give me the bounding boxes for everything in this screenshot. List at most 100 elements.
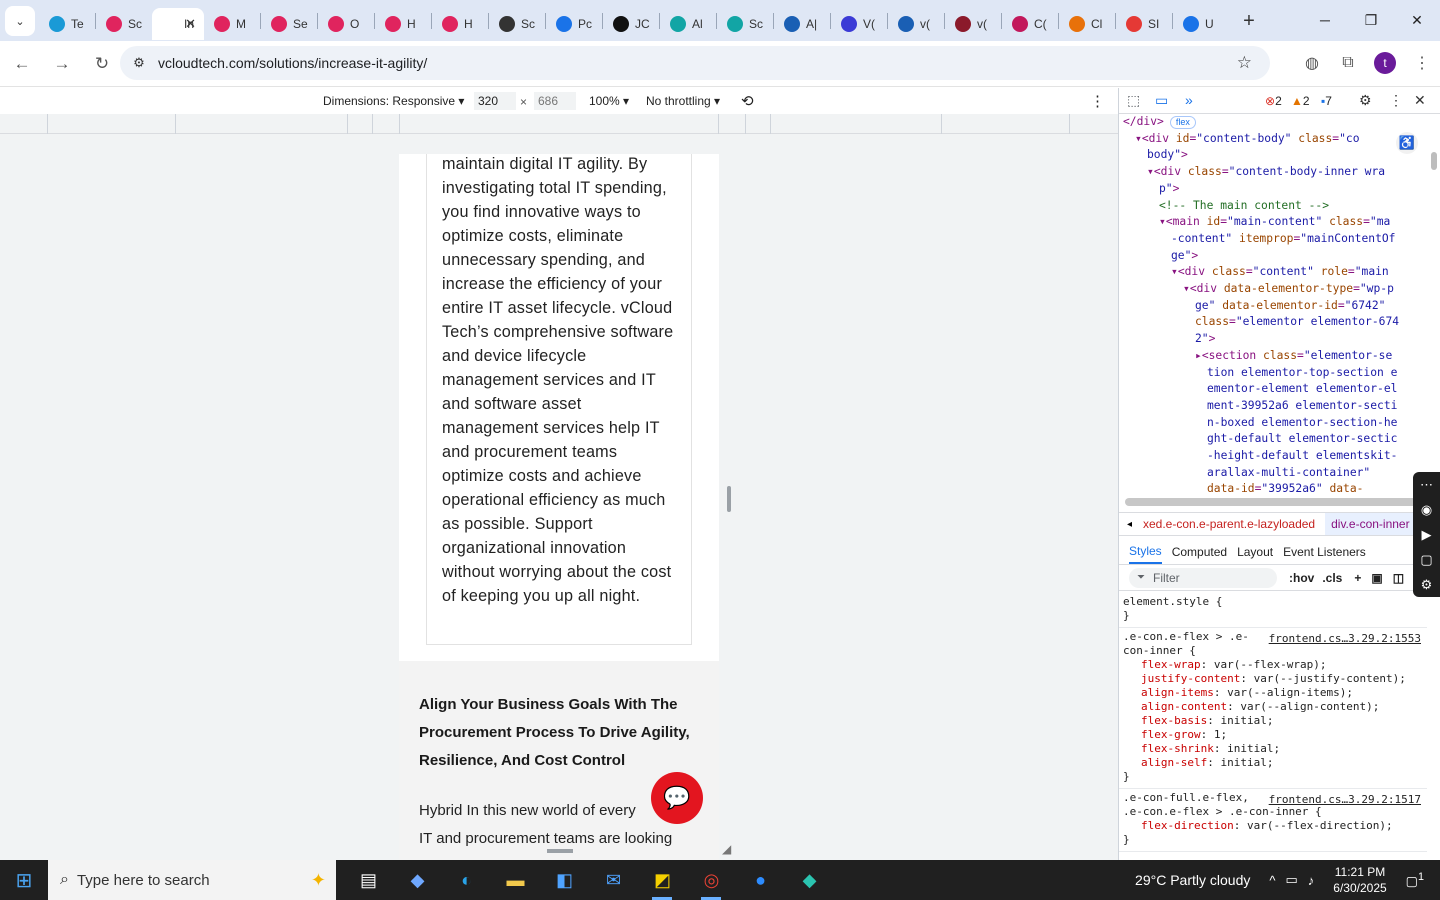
translate-icon[interactable]: ◍: [1294, 53, 1330, 73]
task-view-icon[interactable]: ▤: [344, 860, 393, 900]
dom-node-line[interactable]: ▾<div data-elementor-type="wp-p: [1119, 281, 1427, 298]
clock[interactable]: 11:21 PM 6/30/2025: [1333, 864, 1386, 896]
browser-tab[interactable]: v(: [945, 8, 1001, 40]
browser-tab[interactable]: In ✕: [152, 7, 204, 40]
styles-subtab[interactable]: Computed: [1172, 541, 1227, 563]
paint-icon[interactable]: ▣: [1371, 571, 1382, 585]
browser-tab[interactable]: Al: [660, 8, 716, 40]
browser-tab[interactable]: V(: [831, 8, 887, 40]
css-property-name[interactable]: align-self: [1141, 756, 1207, 769]
css-property-value[interactable]: var(--align-content);: [1240, 700, 1379, 713]
dom-node-line[interactable]: body">: [1119, 147, 1427, 164]
corner-resize-handle[interactable]: ◢: [722, 842, 731, 856]
browser-tab[interactable]: C(: [1002, 8, 1058, 40]
store-icon[interactable]: ◧: [540, 860, 589, 900]
width-input[interactable]: 320: [474, 92, 516, 110]
ruler-segment[interactable]: [399, 114, 400, 134]
css-property-name[interactable]: align-content: [1141, 700, 1227, 713]
ruler-segment[interactable]: [718, 114, 719, 134]
chevron-up-icon[interactable]: ^: [1269, 873, 1275, 888]
browser-tab[interactable]: H: [432, 8, 488, 40]
browser-tab[interactable]: Pc: [546, 8, 602, 40]
browser-tab[interactable]: v(: [888, 8, 944, 40]
dom-node-line[interactable]: n-boxed elementor-section-he: [1119, 415, 1427, 432]
css-rule[interactable]: element.style {}: [1119, 593, 1427, 628]
new-rule-icon[interactable]: +: [1354, 571, 1361, 585]
dom-node-line[interactable]: ght-default elementor-sectic: [1119, 431, 1427, 448]
flex-badge[interactable]: flex: [1169, 116, 1196, 129]
browser-tab[interactable]: JC: [603, 8, 659, 40]
copilot-icon[interactable]: ◆: [393, 860, 442, 900]
dom-node-line[interactable]: arallax-multi-container": [1119, 465, 1427, 482]
reload-button[interactable]: ↻: [84, 46, 120, 82]
styles-subtab[interactable]: Layout: [1237, 541, 1273, 563]
css-declaration[interactable]: flex-shrink: initial;: [1123, 742, 1423, 756]
css-property-value[interactable]: var(--align-items);: [1227, 686, 1353, 699]
css-property-name[interactable]: flex-shrink: [1141, 742, 1214, 755]
styles-subtab[interactable]: Styles: [1129, 540, 1162, 564]
ruler-segment[interactable]: [770, 114, 771, 134]
dom-node-line[interactable]: ge">: [1119, 248, 1427, 265]
horizontal-scrollbar[interactable]: [1125, 498, 1423, 506]
dom-node-line[interactable]: ▸<section class="elementor-se: [1119, 348, 1427, 365]
profile-avatar[interactable]: t: [1374, 52, 1396, 74]
browser-tab[interactable]: M: [204, 8, 260, 40]
browser-tab[interactable]: Sc: [96, 8, 152, 40]
hov-toggle[interactable]: :hov: [1289, 571, 1314, 585]
css-declaration[interactable]: flex-direction: var(--flex-direction);: [1123, 819, 1423, 833]
new-tab-button[interactable]: +: [1235, 7, 1263, 35]
browser-tab[interactable]: Sc: [489, 8, 545, 40]
dom-node-line[interactable]: -height-default elementskit-: [1119, 448, 1427, 465]
css-declaration[interactable]: flex-basis: initial;: [1123, 714, 1423, 728]
dom-node-line[interactable]: ▾<div class="content-body-inner wra: [1119, 164, 1427, 181]
url-text[interactable]: vcloudtech.com/solutions/increase-it-agi…: [158, 55, 427, 71]
extensions-icon[interactable]: ⧉: [1330, 54, 1366, 72]
ruler-segment[interactable]: [1069, 114, 1070, 134]
dom-node-line[interactable]: ment-39952a6 elementor-secti: [1119, 398, 1427, 415]
css-declaration[interactable]: flex-wrap: var(--flex-wrap);: [1123, 658, 1423, 672]
browser-tab[interactable]: Cl: [1059, 8, 1115, 40]
sticky-notes-icon[interactable]: ◩: [638, 860, 687, 900]
ruler-segment[interactable]: [175, 114, 176, 134]
edge-icon[interactable]: ◐: [442, 860, 491, 900]
ruler-segment[interactable]: [47, 114, 48, 134]
emulated-page[interactable]: maintain digital IT agility. By investig…: [399, 154, 719, 860]
start-button[interactable]: ⊞: [0, 860, 48, 900]
close-window-icon[interactable]: ✕: [1394, 0, 1440, 40]
css-rule[interactable]: .e-con-full.e-flex, .e-con.e-flex > .e-c…: [1119, 789, 1427, 852]
css-property-name[interactable]: flex-grow: [1141, 728, 1201, 741]
css-property-value[interactable]: initial;: [1220, 756, 1273, 769]
mail-icon[interactable]: ✉: [589, 860, 638, 900]
elements-tree[interactable]: </div> flex ▾<div id="content-body" class=…: [1119, 114, 1427, 494]
browser-tab[interactable]: SI: [1116, 8, 1172, 40]
throttling-select[interactable]: No throttling ▾: [646, 94, 720, 108]
css-selector[interactable]: element.style {: [1123, 595, 1423, 609]
dom-node-line[interactable]: 2">: [1119, 331, 1427, 348]
dom-node-line[interactable]: tion elementor-top-section e: [1119, 365, 1427, 382]
dom-node-line[interactable]: ▾<main id="main-content" class="ma: [1119, 214, 1427, 231]
browser-tab[interactable]: H: [375, 8, 431, 40]
height-resize-handle[interactable]: [547, 849, 573, 853]
browser-tab[interactable]: O: [318, 8, 374, 40]
css-property-value[interactable]: initial;: [1220, 714, 1273, 727]
zoom-icon[interactable]: ●: [736, 860, 785, 900]
css-property-name[interactable]: flex-direction: [1141, 819, 1234, 832]
browser-tab[interactable]: U: [1173, 8, 1229, 40]
inspect-element-icon[interactable]: ⬚: [1127, 92, 1140, 109]
zoom-select[interactable]: 100% ▾: [589, 94, 629, 108]
css-property-value[interactable]: var(--flex-wrap);: [1214, 658, 1327, 671]
settings-gear-icon[interactable]: ⚙: [1359, 92, 1372, 109]
maximize-icon[interactable]: ❐: [1348, 0, 1394, 40]
weather-widget[interactable]: 29°C Partly cloudy: [1135, 872, 1250, 888]
chat-button[interactable]: 💬: [651, 772, 703, 824]
device-toggle-icon[interactable]: ▭: [1155, 92, 1168, 109]
dom-node-line[interactable]: -content" itemprop="mainContentOf: [1119, 231, 1427, 248]
css-rule[interactable]: .e-con.e-flex > .e- con-inner {frontend.…: [1119, 628, 1427, 789]
css-property-value[interactable]: var(--flex-direction);: [1247, 819, 1393, 832]
breadcrumb-item[interactable]: xed.e-con.e-parent.e-lazyloaded: [1143, 517, 1315, 531]
dom-node-line[interactable]: ▾<div id="content-body" class="co: [1119, 131, 1427, 148]
device-more-icon[interactable]: ⋮: [1090, 92, 1105, 110]
dom-node-line[interactable]: ge" data-elementor-id="6742": [1119, 298, 1427, 315]
message-count[interactable]: ▪7: [1321, 94, 1332, 108]
file-explorer-icon[interactable]: ▬: [491, 860, 540, 900]
